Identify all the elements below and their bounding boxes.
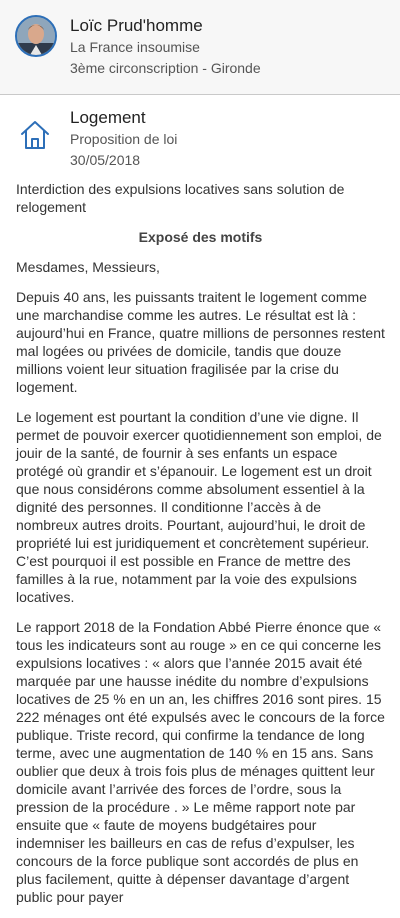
deputy-name: Loïc Prud'homme xyxy=(70,16,203,35)
deputy-party: La France insoumise xyxy=(70,39,200,55)
law-content[interactable]: Interdiction des expulsions locatives sa… xyxy=(16,180,385,918)
deputy-constituency: 3ème circonscription - Gironde xyxy=(70,60,261,76)
law-info: Logement Proposition de loi 30/05/2018 xyxy=(70,108,177,170)
house-icon xyxy=(20,120,50,155)
law-title: Logement xyxy=(70,108,146,127)
deputy-avatar xyxy=(15,15,57,57)
body-paragraph: Le rapport 2018 de la Fondation Abbé Pie… xyxy=(16,619,385,905)
deputy-info: Loïc Prud'homme La France insoumise 3ème… xyxy=(70,16,261,78)
person-photo-icon xyxy=(17,17,55,55)
motifs-title: Exposé des motifs xyxy=(138,229,263,245)
law-type: Proposition de loi xyxy=(70,131,178,147)
deputy-header[interactable]: Loïc Prud'homme La France insoumise 3ème… xyxy=(0,0,400,95)
body-paragraph: Depuis 40 ans, les puissants traitent le… xyxy=(16,289,385,395)
body-paragraph: Le logement est pourtant la condition d’… xyxy=(16,409,382,605)
law-subject: Interdiction des expulsions locatives sa… xyxy=(16,181,345,215)
law-date: 30/05/2018 xyxy=(70,152,141,168)
salutation: Mesdames, Messieurs, xyxy=(16,259,160,275)
